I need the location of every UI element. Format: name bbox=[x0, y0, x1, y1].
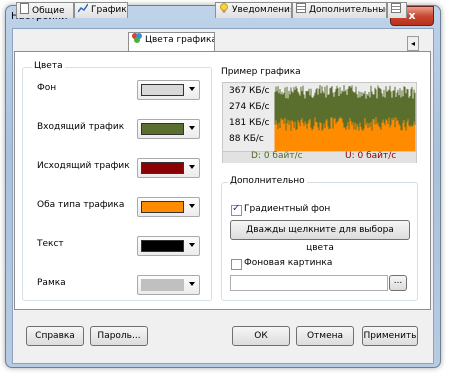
pick-color-button[interactable]: Дважды щелкните для выбора цвета bbox=[230, 220, 410, 253]
y-label: 367 КБ/с bbox=[229, 86, 270, 96]
tab-extra-label: Дополнительные bbox=[309, 5, 387, 15]
bg-image-label: Фоновая картинка bbox=[244, 258, 333, 268]
tab-scroll-arrows: ◂▸ bbox=[407, 36, 429, 66]
incoming-color-picker[interactable] bbox=[137, 119, 200, 139]
both-color-picker[interactable] bbox=[137, 197, 200, 217]
extra-group-title: Дополнительно bbox=[228, 176, 307, 186]
y-label: 274 КБ/с bbox=[229, 102, 270, 112]
tab-graph-label: График bbox=[91, 5, 127, 15]
tab-extra[interactable]: Дополнительные bbox=[292, 2, 387, 18]
chevron-down-icon bbox=[189, 204, 195, 208]
tab-general-label: Общие bbox=[32, 6, 65, 16]
y-label: 181 КБ/с bbox=[229, 118, 270, 128]
color-label-background: Фон bbox=[37, 83, 57, 93]
color-label-outgoing: Исходящий трафик bbox=[37, 161, 130, 171]
color-swatch bbox=[141, 240, 184, 252]
background-color-picker[interactable] bbox=[137, 80, 200, 100]
color-swatch bbox=[141, 84, 184, 96]
colors-group-title: Цвета bbox=[32, 61, 65, 71]
chevron-down-icon bbox=[189, 282, 195, 286]
apply-button[interactable]: Применить bbox=[362, 326, 418, 346]
chevron-left-icon[interactable]: ◂ bbox=[407, 36, 419, 51]
help-button[interactable]: Справка bbox=[26, 326, 84, 346]
chevron-down-icon bbox=[189, 87, 195, 91]
tab-overflow[interactable] bbox=[387, 2, 407, 18]
color-label-text: Текст bbox=[37, 239, 64, 249]
outgoing-color-picker[interactable] bbox=[137, 158, 200, 178]
general-icon bbox=[20, 3, 29, 14]
text-color-picker[interactable] bbox=[137, 236, 200, 256]
color-swatch bbox=[141, 201, 184, 213]
tab-notifications-label: Уведомления bbox=[232, 5, 292, 15]
chevron-down-icon bbox=[189, 126, 195, 130]
color-swatch bbox=[141, 279, 184, 291]
palette-icon bbox=[132, 33, 142, 43]
tab-graph-colors[interactable]: Цвета графика bbox=[128, 32, 215, 51]
bg-image-checkbox[interactable] bbox=[231, 259, 242, 270]
tab-graph-colors-label: Цвета графика bbox=[145, 35, 215, 45]
browse-button[interactable]: ... bbox=[389, 275, 407, 291]
graph-icon bbox=[77, 3, 89, 13]
graph-preview: 367 КБ/с 274 КБ/с 181 КБ/с 88 КБ/с D: 0 … bbox=[222, 82, 417, 163]
bulb-icon bbox=[219, 3, 229, 13]
colors-group bbox=[22, 67, 212, 301]
upload-rate: U: 0 байт/с bbox=[345, 151, 397, 161]
ok-button[interactable]: ОК bbox=[232, 326, 290, 346]
color-label-both: Оба типа трафика bbox=[37, 200, 125, 210]
list-icon bbox=[296, 3, 306, 13]
gradient-label: Градиентный фон bbox=[244, 204, 331, 214]
chevron-down-icon bbox=[189, 243, 195, 247]
gradient-checkbox[interactable] bbox=[231, 203, 242, 216]
y-label: 88 КБ/с bbox=[229, 134, 264, 144]
color-swatch bbox=[141, 123, 184, 135]
bg-image-path-field[interactable] bbox=[230, 275, 388, 291]
download-rate: D: 0 байт/с bbox=[251, 151, 303, 161]
cancel-button[interactable]: Отмена bbox=[296, 326, 354, 346]
color-swatch bbox=[141, 162, 184, 174]
border-color-picker[interactable] bbox=[137, 275, 200, 295]
password-button[interactable]: Пароль... bbox=[90, 326, 148, 346]
tab-notifications[interactable]: Уведомления bbox=[215, 2, 292, 18]
preview-title: Пример графика bbox=[221, 67, 301, 77]
tab-graph[interactable]: График bbox=[74, 2, 128, 18]
tab-general[interactable]: Общие bbox=[16, 2, 74, 18]
color-label-incoming: Входящий трафик bbox=[37, 122, 125, 132]
chevron-down-icon bbox=[189, 165, 195, 169]
list-icon bbox=[391, 3, 401, 13]
color-label-border: Рамка bbox=[37, 278, 66, 288]
